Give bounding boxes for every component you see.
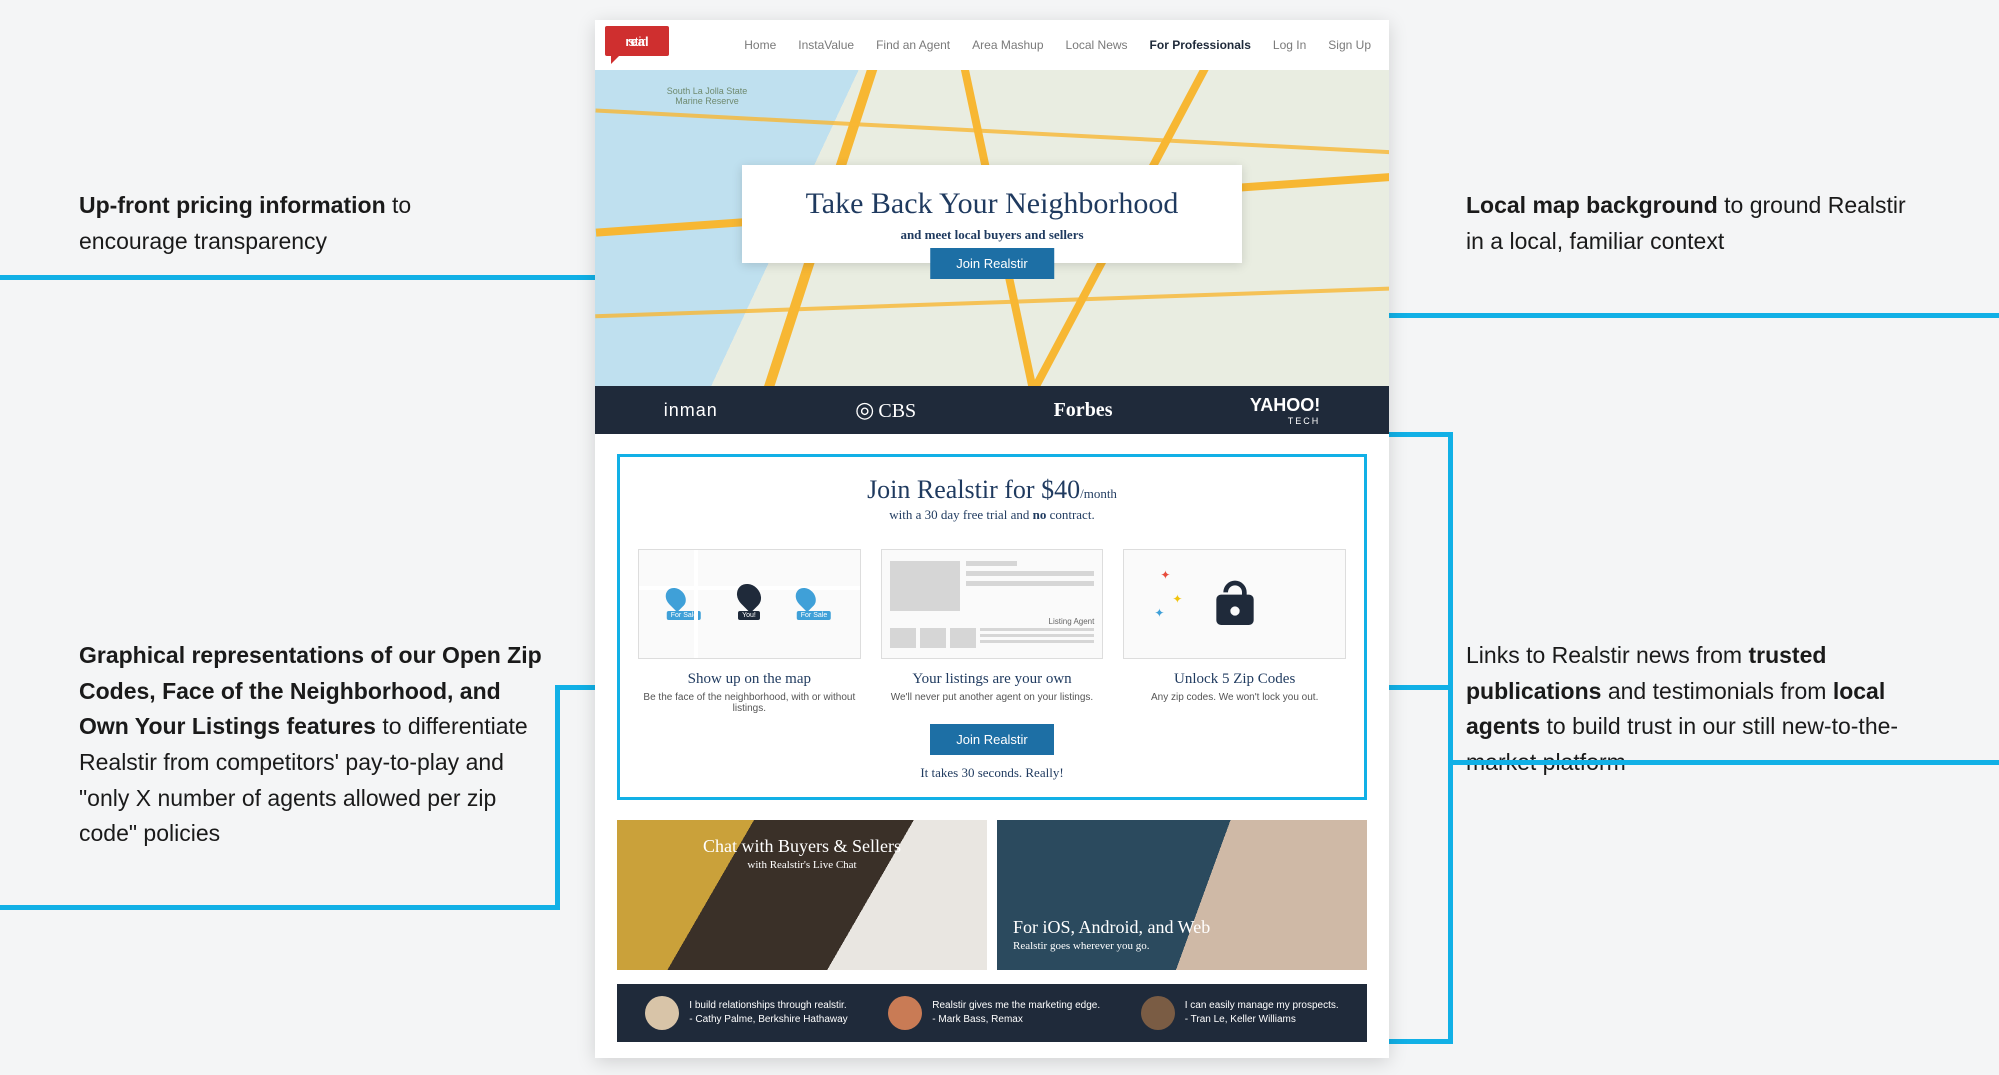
avatar bbox=[1141, 996, 1175, 1030]
testimonials-bar: I build relationships through realstir.-… bbox=[617, 984, 1367, 1042]
avatar bbox=[888, 996, 922, 1030]
testimonial: Realstir gives me the marketing edge.- M… bbox=[888, 996, 1100, 1030]
nav-item-local-news[interactable]: Local News bbox=[1066, 38, 1128, 52]
panel-title: Chat with Buyers & Sellers bbox=[617, 836, 987, 857]
nav-item-for-professionals[interactable]: For Professionals bbox=[1150, 38, 1251, 52]
avatar bbox=[645, 996, 679, 1030]
testimonial: I build relationships through realstir.-… bbox=[645, 996, 847, 1030]
connector-line bbox=[0, 275, 595, 280]
panel-title: For iOS, Android, and Web bbox=[1013, 917, 1210, 938]
connector-line bbox=[0, 905, 555, 910]
nav-item-log-in[interactable]: Log In bbox=[1273, 38, 1306, 52]
map-label: South La Jolla State Marine Reserve bbox=[657, 86, 757, 106]
feature-map: For Sale You! For Sale Show up on the ma… bbox=[638, 549, 861, 714]
thirty-seconds-text: It takes 30 seconds. Really! bbox=[634, 765, 1350, 781]
connector-line bbox=[1448, 432, 1453, 1044]
feature-listings-thumb: Listing Agent bbox=[881, 549, 1104, 659]
feature-map-thumb: For Sale You! For Sale bbox=[638, 549, 861, 659]
feature-desc: We'll never put another agent on your li… bbox=[881, 692, 1104, 703]
join-button[interactable]: Join Realstir bbox=[930, 248, 1054, 279]
press-inman[interactable]: inman bbox=[664, 400, 718, 421]
annotation-pricing: Up-front pricing information to encourag… bbox=[79, 188, 509, 259]
panel-chat[interactable]: Chat with Buyers & Sellers with Realstir… bbox=[617, 820, 987, 970]
feature-zipcodes: ✦ ✦ ✦ Unlock 5 Zip Codes Any zip codes. … bbox=[1123, 549, 1346, 714]
hero-card: Take Back Your Neighborhood and meet loc… bbox=[742, 165, 1242, 263]
hero-map: South La Jolla State Marine Reserve Take… bbox=[595, 70, 1389, 386]
feature-desc: Any zip codes. We won't lock you out. bbox=[1123, 692, 1346, 703]
features-row: For Sale You! For Sale Show up on the ma… bbox=[638, 549, 1346, 714]
testimonial: I can easily manage my prospects.- Tran … bbox=[1141, 996, 1339, 1030]
hero-subtitle: and meet local buyers and sellers bbox=[762, 227, 1222, 243]
logo[interactable]: realstir bbox=[605, 28, 673, 62]
pricing-title: Join Realstir for $40/month bbox=[634, 475, 1350, 505]
pricing-section: Join Realstir for $40/month with a 30 da… bbox=[617, 454, 1367, 800]
connector-line bbox=[1448, 760, 1999, 765]
feature-title: Your listings are your own bbox=[881, 671, 1104, 688]
connector-line bbox=[1365, 313, 1999, 318]
hero-title: Take Back Your Neighborhood bbox=[762, 187, 1222, 221]
pricing-subtitle: with a 30 day free trial and no contract… bbox=[634, 507, 1350, 523]
feature-listings: Listing Agent Your listings are your own… bbox=[881, 549, 1104, 714]
feature-title: Unlock 5 Zip Codes bbox=[1123, 671, 1346, 688]
nav-item-instavalue[interactable]: InstaValue bbox=[798, 38, 854, 52]
top-nav: realstir Home InstaValue Find an Agent Area… bbox=[595, 20, 1389, 70]
panels-row: Chat with Buyers & Sellers with Realstir… bbox=[595, 820, 1389, 970]
annotation-features: Graphical representations of our Open Zi… bbox=[79, 638, 549, 852]
annotation-map: Local map background to ground Realstir … bbox=[1466, 188, 1926, 259]
press-bar: inman CBS Forbes YAHOO!TECH bbox=[595, 386, 1389, 434]
join-button-secondary[interactable]: Join Realstir bbox=[930, 724, 1054, 755]
nav-item-home[interactable]: Home bbox=[744, 38, 776, 52]
unlock-icon bbox=[1207, 576, 1263, 632]
feature-desc: Be the face of the neighborhood, with or… bbox=[638, 692, 861, 714]
nav-item-area-mashup[interactable]: Area Mashup bbox=[972, 38, 1043, 52]
nav-item-find-an-agent[interactable]: Find an Agent bbox=[876, 38, 950, 52]
press-forbes[interactable]: Forbes bbox=[1054, 399, 1113, 422]
connector-line bbox=[555, 685, 560, 910]
mockup-page: realstir Home InstaValue Find an Agent Area… bbox=[595, 20, 1389, 1058]
feature-zipcodes-thumb: ✦ ✦ ✦ bbox=[1123, 549, 1346, 659]
nav-item-sign-up[interactable]: Sign Up bbox=[1328, 38, 1371, 52]
press-cbs[interactable]: CBS bbox=[855, 397, 916, 423]
panel-sub: with Realstir's Live Chat bbox=[617, 859, 987, 871]
panel-sub: Realstir goes wherever you go. bbox=[1013, 940, 1210, 952]
press-yahoo[interactable]: YAHOO!TECH bbox=[1250, 395, 1320, 426]
nav-links: Home InstaValue Find an Agent Area Mashup Lo… bbox=[744, 38, 1371, 52]
panel-platforms[interactable]: For iOS, Android, and Web Realstir goes … bbox=[997, 820, 1367, 970]
feature-title: Show up on the map bbox=[638, 671, 861, 688]
